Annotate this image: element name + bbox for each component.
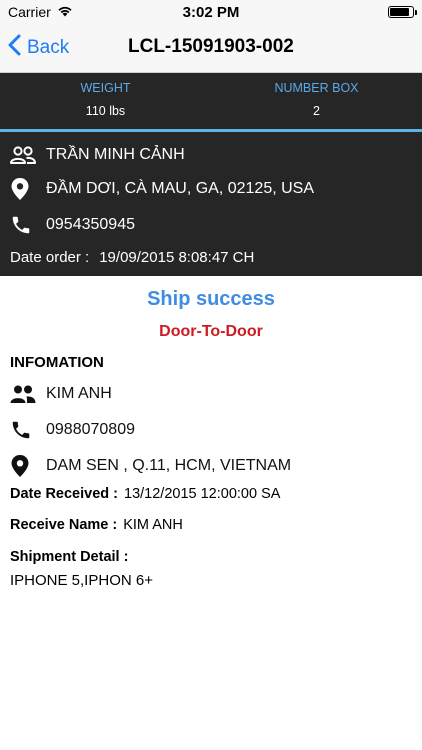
people-icon	[10, 382, 36, 406]
stats-row: WEIGHT 110 lbs NUMBER BOX 2	[0, 73, 422, 129]
receive-name-row: Receive Name : KIM ANH	[10, 517, 183, 533]
shipment-detail-label: Shipment Detail :	[10, 549, 129, 565]
location-pin-icon	[10, 454, 36, 478]
battery-fill	[390, 8, 409, 16]
date-order-value: 19/09/2015 8:08:47 CH	[99, 249, 255, 266]
navigation-bar: Back LCL-15091903-002	[0, 24, 422, 73]
phone-icon	[10, 213, 36, 237]
receiver-phone-row: 0988070809	[10, 418, 135, 442]
stats-divider	[0, 129, 422, 132]
phone-icon	[10, 418, 36, 442]
date-received-value: 13/12/2015 12:00:00 SA	[124, 486, 281, 502]
weight-value: 110 lbs	[85, 104, 126, 118]
date-received-label: Date Received :	[10, 486, 118, 502]
weight-label: WEIGHT	[80, 81, 131, 95]
date-order-row: Date order : 19/09/2015 8:08:47 CH	[10, 249, 254, 266]
sender-address-row: ĐẦM DƠI, CÀ MAU, GA, 02125, USA	[10, 177, 314, 201]
sender-phone-row: 0954350945	[10, 213, 135, 237]
ship-status: Ship success	[147, 288, 275, 310]
status-time: 3:02 PM	[182, 4, 240, 21]
sender-address: ĐẦM DƠI, CÀ MAU, GA, 02125, USA	[46, 180, 315, 197]
back-button[interactable]: Back	[8, 32, 69, 64]
date-order-label: Date order :	[10, 249, 90, 266]
page-title: LCL-15091903-002	[128, 36, 294, 57]
receiver-name: KIM ANH	[46, 385, 112, 402]
sender-phone: 0954350945	[46, 216, 135, 233]
boxes-stat: NUMBER BOX 2	[211, 81, 422, 118]
back-label: Back	[27, 37, 70, 58]
receive-name-label: Receive Name :	[10, 517, 118, 533]
sender-name-row: TRẦN MINH CẢNH	[10, 143, 185, 167]
weight-stat: WEIGHT 110 lbs	[0, 81, 211, 118]
receiver-address-row: DAM SEN , Q.11, HCM, VIETNAM	[10, 454, 291, 478]
receiver-address: DAM SEN , Q.11, HCM, VIETNAM	[46, 457, 292, 474]
date-received-row: Date Received : 13/12/2015 12:00:00 SA	[10, 486, 280, 502]
shipment-detail-label-row: Shipment Detail :	[10, 549, 128, 565]
location-pin-icon	[10, 177, 36, 201]
receive-name-value: KIM ANH	[123, 517, 183, 533]
sender-panel: WEIGHT 110 lbs NUMBER BOX 2 TRẦN MINH CẢ…	[0, 73, 422, 276]
back-chevron-icon	[8, 34, 27, 62]
status-bar: Carrier 3:02 PM	[0, 0, 422, 24]
sender-name: TRẦN MINH CẢNH	[46, 146, 185, 163]
shipment-detail-value: IPHONE 5,IPHON 6+	[10, 572, 153, 589]
ship-type: Door-To-Door	[159, 323, 263, 340]
info-section-title: INFOMATION	[10, 354, 104, 371]
receiver-name-row: KIM ANH	[10, 382, 112, 406]
person-outline-icon	[10, 143, 36, 167]
boxes-value: 2	[313, 104, 320, 118]
receiver-phone: 0988070809	[46, 421, 135, 438]
boxes-label: NUMBER BOX	[274, 81, 359, 95]
battery-icon	[388, 6, 417, 18]
